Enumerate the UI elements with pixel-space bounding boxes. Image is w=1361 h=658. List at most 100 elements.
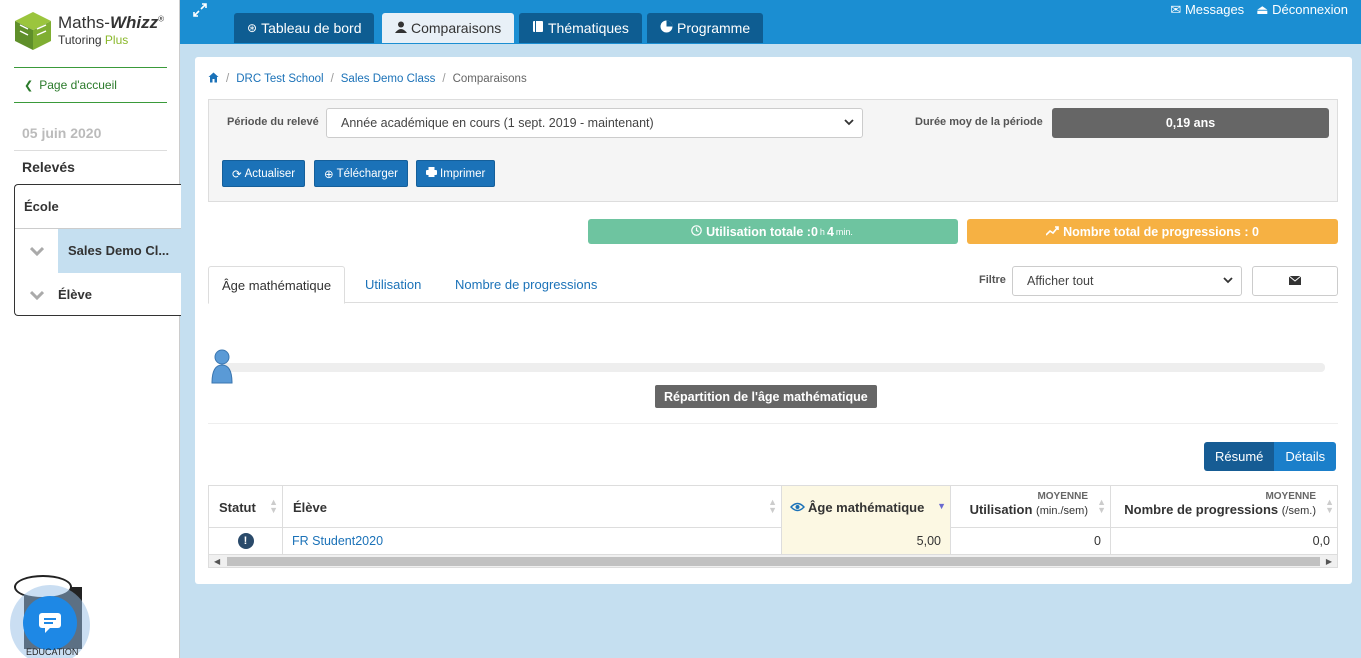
nav-item-student[interactable]: Élève [15,273,181,316]
home-link[interactable]: ❮ Page d'accueil [14,67,167,103]
alert-icon[interactable]: ! [237,533,254,549]
download-button[interactable]: ⊕ Télécharger [314,160,409,187]
sort-icon: ▲ ▼ [1097,497,1106,515]
dashboard-icon: ⊛ [247,21,258,35]
student-link[interactable]: FR Student2020 [283,528,782,554]
current-date: 05 juin 2020 [22,125,102,141]
details-toggle-button[interactable]: Détails [1274,442,1337,471]
tab-label: Programme [677,20,751,36]
chevron-down-icon [844,117,854,129]
filter-select-value: Afficher tout [1027,274,1094,288]
summary-toggle-button[interactable]: Résumé [1204,442,1275,471]
refresh-button[interactable]: ⟳ Actualiser [222,160,306,187]
tab-label: Tableau de bord [261,20,362,36]
student-marker-icon[interactable] [210,349,234,385]
print-label: Imprimer [440,167,486,180]
user-icon [395,21,407,36]
sidebar: Maths-Whizz® Tutoring Plus ❮ Page d'accu… [0,0,182,658]
divider [208,423,1338,424]
logout-icon: ⏏ [1256,2,1269,17]
report-level-nav: École Sales Demo Cl... Élève [14,184,181,316]
column-header-label: Élève [293,499,327,515]
column-header-label: Nombre de progressions [1124,502,1279,517]
email-button[interactable] [1252,266,1338,296]
column-header-status[interactable]: Statut ▲ ▼ [209,486,283,528]
envelope-icon: ✉ [1170,2,1182,17]
period-select-value: Année académique en cours (1 sept. 2019 … [341,116,654,130]
messages-link[interactable]: ✉ Messages [1170,2,1244,18]
math-age-cell: 5,00 [782,528,951,554]
column-header-math-age[interactable]: Âge mathématique ▼ [782,486,951,528]
usage-minutes: 4 [826,224,834,239]
sort-icon: ▲ ▼ [269,497,278,515]
refresh-icon: ⟳ [232,168,242,181]
table-header: Statut ▲ ▼ Élève ▲ ▼ Âge mathématique ▼ MO… [209,486,1337,528]
tab-comparisons[interactable]: Comparaisons [382,13,515,43]
column-header-label: Utilisation [969,502,1033,517]
period-select[interactable]: Année académique en cours (1 sept. 2019 … [326,108,863,138]
scrollbar-thumb[interactable] [227,557,1320,566]
column-header-caption: MOYENNE [1037,491,1088,502]
column-header-caption: MOYENNE [1265,491,1316,502]
breadcrumb-separator: / [442,73,446,85]
scroll-right-icon[interactable]: ▶ [1326,555,1332,568]
expand-icon[interactable] [192,2,208,21]
tab-progressions[interactable]: Nombre de progressions [442,266,610,303]
sort-icon: ▲ ▼ [768,497,777,515]
chat-icon [39,613,61,633]
status-cell: ! [209,528,283,554]
section-title: Relevés [22,159,75,175]
view-toggle: Résumé Détails [1204,442,1337,471]
horizontal-scrollbar[interactable]: ◀ ▶ [209,554,1337,567]
scroll-left-icon[interactable]: ◀ [214,555,220,568]
maths-whizz-logo[interactable]: Maths-Whizz® Tutoring Plus [12,10,182,58]
breadcrumb-class[interactable]: Sales Demo Class [341,73,436,85]
home-icon[interactable] [208,72,219,86]
book-icon [532,20,544,36]
chevron-left-icon: ❮ [24,79,34,92]
sort-icon: ▲ ▼ [1325,497,1334,515]
main-panel: / DRC Test School / Sales Demo Class / C… [195,57,1352,584]
chat-caption: EDUCATION [26,647,79,657]
tab-dashboard[interactable]: ⊛ Tableau de bord [234,13,375,43]
home-link-label: Page d'accueil [39,78,117,92]
print-button[interactable]: Imprimer [416,160,496,187]
nav-item-class[interactable]: Sales Demo Cl... [15,228,181,273]
eye-icon [790,500,805,515]
nav-item-label: École [24,199,59,214]
brand-subtitle: Tutoring Plus [58,33,129,47]
report-filter-box: Période du relevé Année académique en co… [208,99,1338,202]
column-header-unit: (min./sem) [1036,505,1088,517]
pie-chart-icon [660,20,673,36]
logout-link[interactable]: ⏏ Déconnexion [1256,2,1348,18]
breadcrumb-school[interactable]: DRC Test School [236,73,323,85]
column-header-student[interactable]: Élève ▲ ▼ [283,486,782,528]
progress-cell: 0,0 [1312,534,1330,548]
tab-label: Thématiques [548,20,629,36]
logout-label: Déconnexion [1272,2,1348,17]
total-progress-badge: Nombre total de progressions : 0 [967,219,1338,244]
filter-select[interactable]: Afficher tout [1012,266,1242,296]
total-usage-badge: Utilisation totale : 0 h 4 min. [588,219,958,244]
logo-cube-icon [15,12,51,50]
progress-total-label: Nombre total de progressions : 0 [1063,224,1259,239]
report-tabs: Âge mathématique Utilisation Nombre de p… [208,266,1338,304]
tab-topics[interactable]: Thématiques [519,13,642,43]
refresh-label: Actualiser [244,167,296,180]
chat-button[interactable] [23,596,77,650]
chevron-down-icon [15,290,58,300]
tab-programme[interactable]: Programme [647,13,764,43]
tab-usage[interactable]: Utilisation [352,266,434,303]
chat-widget[interactable]: EDUCATION [10,575,92,658]
divider [14,150,167,151]
nav-item-label: Élève [58,287,92,302]
nav-item-school[interactable]: École [15,185,181,229]
table-row: ! FR Student2020 5,00 0 0,0 [209,528,1337,554]
column-header-usage[interactable]: MOYENNE Utilisation (min./sem) ▲ ▼ [951,486,1111,528]
tab-math-age[interactable]: Âge mathématique [208,266,346,304]
download-icon: ⊕ [324,168,334,181]
messages-label: Messages [1184,2,1245,17]
distribution-slider-track [222,363,1325,372]
usage-prefix: Utilisation totale : [706,224,811,239]
column-header-progress[interactable]: MOYENNE Nombre de progressions (/sem.) ▲… [1111,486,1338,528]
